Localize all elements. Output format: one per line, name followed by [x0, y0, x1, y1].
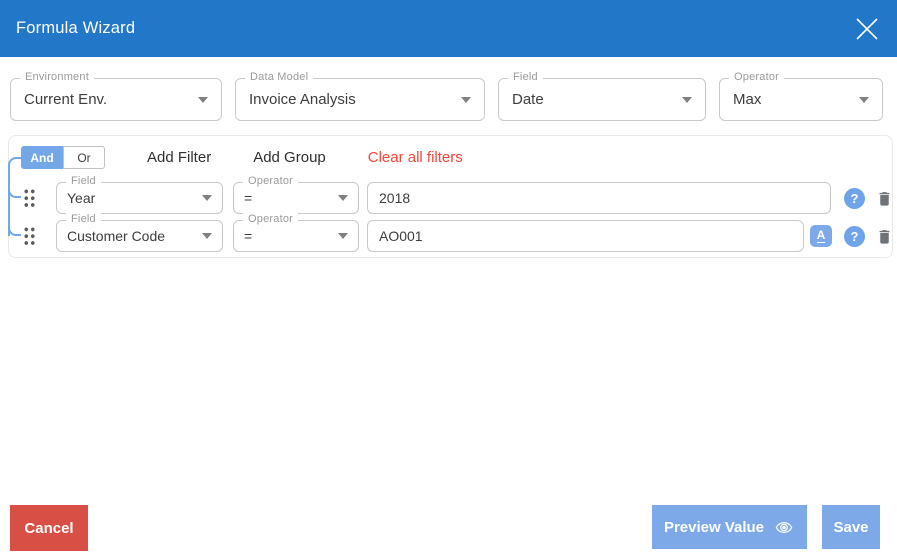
- filter-field-value: Customer Code: [67, 228, 166, 244]
- filter-field-select[interactable]: Field Customer Code: [56, 213, 223, 252]
- filter-field-label: Field: [66, 175, 101, 187]
- help-icon[interactable]: ?: [844, 187, 865, 209]
- close-icon: [856, 18, 878, 40]
- filter-field-label: Field: [66, 213, 101, 225]
- chevron-down-icon: [202, 233, 212, 239]
- delete-filter-button[interactable]: [874, 225, 894, 247]
- data-model-select[interactable]: Data Model Invoice Analysis: [235, 71, 485, 121]
- trash-icon: [879, 229, 889, 244]
- close-button[interactable]: [851, 13, 883, 45]
- field-select[interactable]: Field Date: [498, 71, 706, 121]
- selectors-row: Environment Current Env. Data Model Invo…: [10, 71, 883, 121]
- filter-operator-select[interactable]: Operator =: [233, 213, 359, 252]
- filter-value-input[interactable]: [367, 182, 831, 214]
- or-toggle[interactable]: Or: [63, 146, 105, 169]
- filter-value-input[interactable]: [367, 220, 804, 252]
- filter-operator-select[interactable]: Operator =: [233, 175, 359, 214]
- preview-value-label: Preview Value: [663, 518, 765, 536]
- environment-label: Environment: [20, 71, 94, 83]
- filter-row: Field Customer Code Operator = A ?: [9, 213, 894, 252]
- formula-wizard-dialog: Formula Wizard Environment Current Env. …: [0, 0, 897, 560]
- drag-handle-icon[interactable]: [23, 226, 36, 246]
- add-filter-button[interactable]: Add Filter: [147, 149, 211, 166]
- dialog-header: Formula Wizard: [0, 0, 897, 57]
- environment-value: Current Env.: [24, 91, 108, 108]
- chevron-down-icon: [202, 195, 212, 201]
- data-model-label: Data Model: [245, 71, 314, 83]
- field-label: Field: [508, 71, 543, 83]
- environment-select[interactable]: Environment Current Env.: [10, 71, 222, 121]
- add-group-button[interactable]: Add Group: [253, 149, 326, 166]
- data-model-value: Invoice Analysis: [249, 91, 356, 108]
- operator-select[interactable]: Operator Max: [719, 71, 883, 121]
- help-icon[interactable]: ?: [844, 225, 865, 247]
- filter-row: Field Year Operator = ?: [9, 175, 894, 214]
- filter-operator-label: Operator: [243, 175, 299, 187]
- filter-group: And Or Add Filter Add Group Clear all fi…: [8, 135, 893, 258]
- chevron-down-icon: [338, 195, 348, 201]
- preview-value-button[interactable]: Preview Value: [652, 505, 807, 549]
- filter-operator-value: =: [244, 190, 253, 206]
- filter-toolbar: And Or Add Filter Add Group Clear all fi…: [21, 146, 463, 169]
- filter-operator-value: =: [244, 228, 253, 244]
- operator-label: Operator: [729, 71, 785, 83]
- filter-operator-label: Operator: [243, 213, 299, 225]
- text-format-button[interactable]: A: [810, 225, 832, 247]
- chevron-down-icon: [859, 96, 869, 103]
- and-toggle[interactable]: And: [21, 146, 63, 169]
- text-format-icon: A: [816, 228, 826, 243]
- trash-icon: [879, 191, 889, 206]
- filter-field-select[interactable]: Field Year: [56, 175, 223, 214]
- chevron-down-icon: [682, 96, 692, 103]
- dialog-title: Formula Wizard: [16, 19, 136, 37]
- clear-all-filters-button[interactable]: Clear all filters: [368, 149, 463, 166]
- field-value: Date: [512, 91, 544, 108]
- operator-value: Max: [733, 91, 762, 108]
- delete-filter-button[interactable]: [874, 187, 894, 209]
- chevron-down-icon: [461, 96, 471, 103]
- eye-icon: [775, 521, 793, 533]
- drag-handle-icon[interactable]: [23, 188, 36, 208]
- chevron-down-icon: [338, 233, 348, 239]
- save-button[interactable]: Save: [822, 505, 880, 549]
- chevron-down-icon: [198, 96, 208, 103]
- cancel-button[interactable]: Cancel: [10, 505, 88, 551]
- filter-field-value: Year: [67, 190, 96, 206]
